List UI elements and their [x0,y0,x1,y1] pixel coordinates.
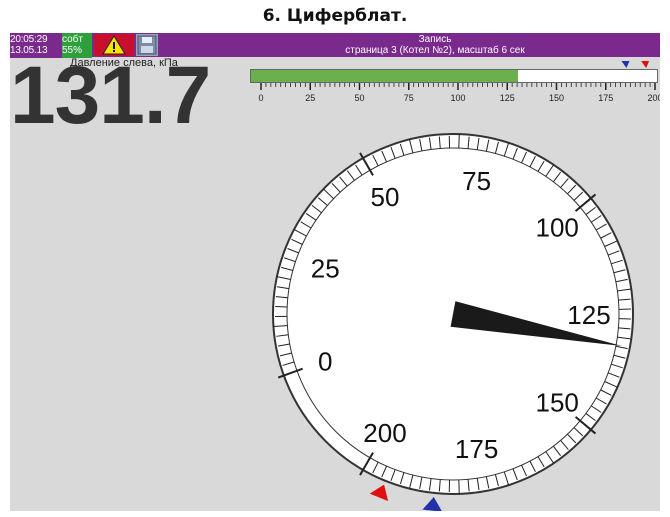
bar-scale-label: 150 [549,93,564,103]
bar-red-marker [641,61,650,68]
bar-blue-marker [621,61,630,68]
bar-scale-label: 125 [500,93,515,103]
dial-label: 75 [462,166,491,196]
dial-label: 150 [535,387,578,417]
dial-label: 200 [363,418,406,448]
dial-tick [275,306,288,308]
bar-scale-label: 0 [258,93,263,103]
dial-blue-marker [422,496,442,511]
dial-label: 50 [371,182,400,212]
dial-label: 0 [318,347,332,377]
dial-label: 100 [535,213,578,243]
gauge-graphics: 0 25 50 75 100 125 150 175 200 0 25 50 75 100 125 150 17… [258,61,660,511]
bar-scale-label: 25 [305,93,315,103]
dial-label: 25 [311,253,340,283]
dial-red-marker [369,484,389,502]
bar-scale-label: 200 [647,93,660,103]
bar-scale-label: 100 [450,93,465,103]
bar-scale-label: 175 [598,93,613,103]
device-screen: 20:05:29 13.05.13 собт 55% Запись страни… [10,33,660,511]
page-caption: 6. Циферблат. [262,6,408,26]
bar-scale-label: 75 [404,93,414,103]
dial-label: 125 [567,300,610,330]
bar-scale-label: 50 [354,93,364,103]
dial-label: 175 [455,434,498,464]
